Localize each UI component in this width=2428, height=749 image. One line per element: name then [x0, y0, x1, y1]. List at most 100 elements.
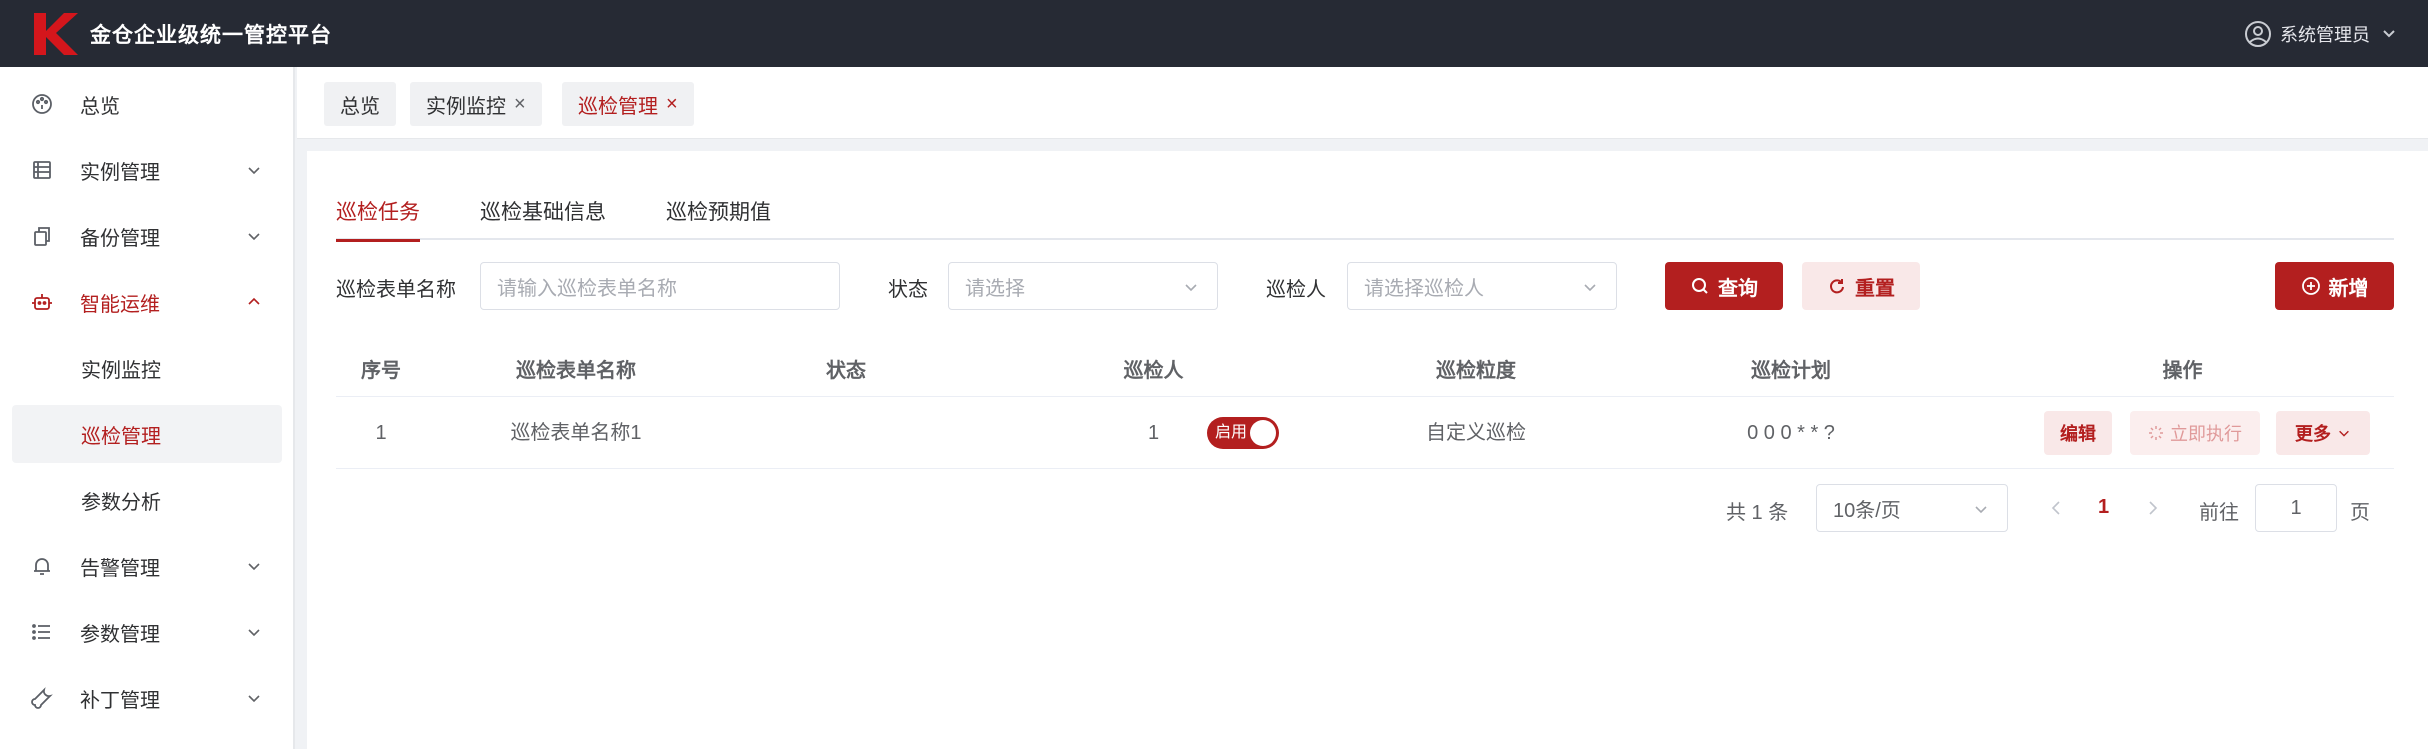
- subtab-inspection-base-info[interactable]: 巡检基础信息: [480, 196, 606, 240]
- name-filter-label: 巡检表单名称: [336, 279, 456, 301]
- close-icon[interactable]: ×: [666, 93, 678, 116]
- tab-label: 实例监控: [426, 95, 506, 118]
- sidebar-item-alert[interactable]: 告警管理: [12, 537, 282, 595]
- sidebar-item-backup[interactable]: 备份管理: [12, 207, 282, 265]
- sidebar-item-overview[interactable]: 总览: [12, 75, 282, 133]
- app-title: 金仓企业级统一管控平台: [90, 23, 332, 47]
- chevron-down-icon: [2383, 29, 2395, 37]
- chevron-down-icon: [1584, 284, 1596, 292]
- goto-label: 前往: [2199, 502, 2239, 524]
- column-header-actions: 操作: [2162, 360, 2203, 382]
- tab-overview[interactable]: 总览: [324, 82, 396, 126]
- top-bar: 金仓企业级统一管控平台 系统管理员: [0, 0, 2428, 67]
- sidebar-item-params[interactable]: 参数管理: [12, 603, 282, 661]
- prev-page-icon[interactable]: [2046, 496, 2066, 520]
- more-button-label: 更多: [2295, 424, 2331, 444]
- sidebar-subitem-label: 参数分析: [81, 491, 161, 514]
- chevron-down-icon: [248, 629, 260, 637]
- sidebar-subitem-label: 巡检管理: [81, 425, 161, 448]
- add-button[interactable]: 新增: [2275, 262, 2394, 310]
- column-header-index: 序号: [361, 360, 401, 382]
- run-now-button-label: 立即执行: [2170, 424, 2242, 444]
- wrench-icon: [31, 687, 53, 709]
- sidebar-item-patch[interactable]: 补丁管理: [12, 669, 282, 727]
- edit-button[interactable]: 编辑: [2044, 411, 2112, 455]
- sidebar: 总览 实例管理 备份管理 智能运维 实例监控 巡检管理 参数分析 告警管理 参数…: [0, 67, 295, 749]
- chevron-down-icon: [248, 695, 260, 703]
- cell-inspector: 1: [1147, 422, 1160, 444]
- dashboard-icon: [32, 94, 52, 114]
- page-size-select[interactable]: 10条/页: [1816, 484, 2008, 532]
- sub-tabs: 巡检任务 巡检基础信息 巡检预期值: [336, 190, 2394, 242]
- column-header-plan: 巡检计划: [1751, 360, 1831, 382]
- sidebar-item-label: 智能运维: [80, 293, 160, 316]
- page-tabs-bar: 总览 实例监控 × 巡检管理 ×: [297, 67, 2428, 139]
- column-header-granularity: 巡检粒度: [1436, 360, 1516, 382]
- status-select[interactable]: 请选择: [948, 262, 1218, 310]
- page-size-value: 10条/页: [1833, 499, 1901, 522]
- search-icon: [1692, 278, 1708, 294]
- sidebar-item-label: 实例管理: [80, 161, 160, 184]
- sidebar-item-instance[interactable]: 实例管理: [12, 141, 282, 199]
- loading-icon: [2149, 426, 2163, 440]
- subtab-inspection-expected[interactable]: 巡检预期值: [666, 196, 771, 240]
- chevron-down-icon: [248, 167, 260, 175]
- sidebar-subitem-instance-monitor[interactable]: 实例监控: [12, 339, 282, 397]
- pagination-total: 共 1 条: [1726, 502, 1789, 524]
- list-icon: [32, 624, 50, 640]
- edit-button-label: 编辑: [2060, 424, 2096, 444]
- cell-index: 1: [375, 422, 387, 444]
- run-now-button[interactable]: 立即执行: [2130, 411, 2260, 455]
- chevron-down-icon: [1975, 506, 1987, 514]
- subtab-inspection-task[interactable]: 巡检任务: [336, 196, 420, 242]
- sidebar-item-label: 参数管理: [80, 623, 160, 646]
- kingbase-logo-icon: [34, 12, 78, 55]
- table-header: 序号 巡检表单名称 状态 巡检人 巡检粒度 巡检计划 操作: [336, 345, 2394, 397]
- current-page[interactable]: 1: [2098, 496, 2109, 519]
- plus-circle-icon: [2301, 277, 2320, 295]
- sidebar-subitem-inspection[interactable]: 巡检管理: [12, 405, 282, 463]
- chevron-up-icon: [248, 297, 260, 305]
- refresh-icon: [1830, 279, 1844, 294]
- reset-button-label: 重置: [1855, 277, 1895, 300]
- cell-plan: 0 0 0 * * ?: [1747, 422, 1835, 444]
- goto-page-input[interactable]: 1: [2255, 484, 2337, 532]
- inspector-select-placeholder: 请选择巡检人: [1364, 277, 1484, 300]
- cell-granularity: 自定义巡检: [1426, 422, 1526, 444]
- sidebar-subitem-param-analysis[interactable]: 参数分析: [12, 471, 282, 529]
- sidebar-item-smart-ops[interactable]: 智能运维: [12, 273, 282, 331]
- add-button-label: 新增: [2328, 277, 2369, 300]
- chevron-down-icon: [1185, 284, 1197, 292]
- chevron-down-icon: [248, 233, 260, 241]
- status-select-placeholder: 请选择: [965, 277, 1025, 300]
- close-icon[interactable]: ×: [514, 93, 526, 116]
- name-input-placeholder: 请输入巡检表单名称: [497, 277, 677, 300]
- cell-name: 巡检表单名称1: [510, 422, 642, 444]
- table-row: 1 巡检表单名称1 启用 1 自定义巡检 0 0 0 * * ? 编辑 立即执行…: [336, 397, 2394, 469]
- column-header-inspector: 巡检人: [1123, 360, 1184, 382]
- robot-icon: [32, 294, 52, 310]
- database-icon: [33, 161, 51, 179]
- sidebar-item-label: 补丁管理: [80, 689, 160, 712]
- user-name: 系统管理员: [2280, 24, 2370, 45]
- user-menu[interactable]: 系统管理员: [2244, 0, 2396, 67]
- inspector-select[interactable]: 请选择巡检人: [1347, 262, 1617, 310]
- tab-inspection[interactable]: 巡检管理 ×: [562, 82, 694, 126]
- sidebar-subitem-label: 实例监控: [81, 359, 161, 382]
- more-button[interactable]: 更多: [2276, 411, 2370, 455]
- name-search-input[interactable]: 请输入巡检表单名称: [480, 262, 840, 310]
- next-page-icon[interactable]: [2143, 496, 2163, 520]
- tab-label: 巡检管理: [578, 95, 658, 118]
- query-button[interactable]: 查询: [1665, 262, 1783, 310]
- column-header-name: 巡检表单名称: [516, 360, 636, 382]
- user-icon: [2245, 20, 2271, 47]
- status-filter-label: 状态: [888, 279, 928, 301]
- inspector-filter-label: 巡检人: [1266, 279, 1326, 301]
- chevron-down-icon: [2339, 430, 2349, 437]
- sidebar-item-label: 总览: [80, 95, 120, 118]
- sidebar-item-label: 告警管理: [80, 557, 160, 580]
- tab-instance-monitor[interactable]: 实例监控 ×: [410, 82, 542, 126]
- reset-button[interactable]: 重置: [1802, 262, 1920, 310]
- bell-icon: [34, 558, 50, 575]
- copy-icon: [34, 227, 50, 246]
